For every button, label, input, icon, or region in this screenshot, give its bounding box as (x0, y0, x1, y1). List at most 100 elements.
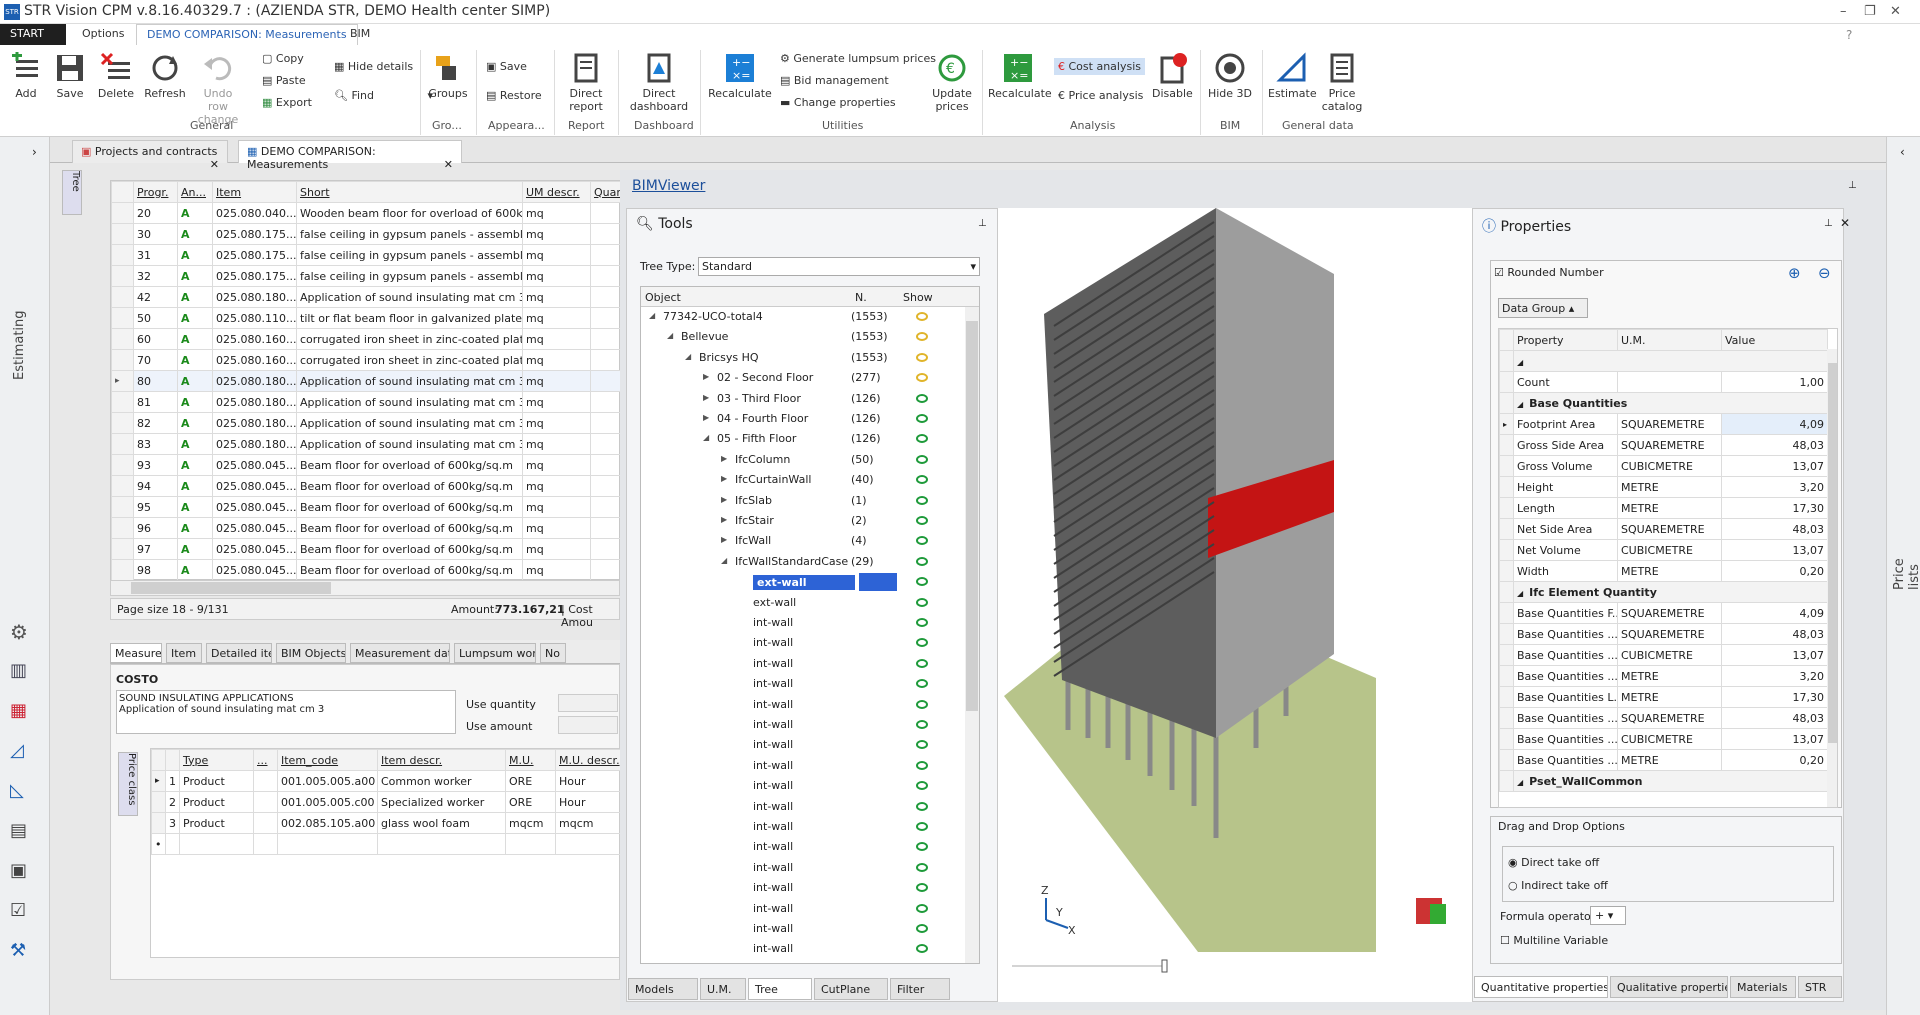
property-um[interactable]: CUBICMETRE (1617, 644, 1722, 666)
tab-start[interactable]: START (0, 24, 66, 45)
col-short[interactable]: Short (296, 181, 523, 203)
cell-item[interactable]: 025.080.175.... (212, 223, 297, 245)
tree-scrollbar[interactable] (965, 307, 979, 963)
show-eye-icon[interactable] (916, 597, 928, 607)
tree-row[interactable]: ◢ Bellevue (1553) (641, 327, 965, 347)
property-row[interactable]: ◢ (1499, 350, 1828, 372)
cell-item-code[interactable]: 001.005.005.c00 (277, 791, 378, 813)
cell-an[interactable]: A (177, 559, 213, 581)
cell-quantity[interactable] (590, 391, 622, 413)
row-indicator[interactable] (1499, 434, 1514, 456)
property-group-header[interactable]: ◢ Base Quantities (1513, 392, 1828, 414)
measure-icon[interactable]: ◺ (10, 780, 34, 804)
property-row[interactable]: Base Quantities ... METRE 3,20 (1499, 665, 1828, 687)
tree-row[interactable]: int-wall (641, 674, 965, 694)
add-button[interactable]: Add (8, 52, 44, 100)
tree-node-label[interactable]: 04 - Fourth Floor (717, 412, 808, 425)
cell-progr[interactable]: 70 (133, 349, 178, 371)
tree-node-label[interactable]: IfcCurtainWall (735, 473, 811, 486)
cell-quantity[interactable] (590, 370, 622, 392)
property-um[interactable]: METRE (1617, 560, 1722, 582)
tree-row[interactable]: int-wall (641, 878, 965, 898)
col-an[interactable]: An... (177, 181, 213, 203)
property-row[interactable]: Width METRE 0,20 (1499, 560, 1828, 582)
show-eye-icon[interactable] (916, 740, 928, 750)
cell-short[interactable]: Application of sound insulating mat cm 3 (296, 391, 523, 413)
property-um[interactable]: SQUAREMETRE (1617, 413, 1722, 435)
bid-management-button[interactable]: ▤ Bid management (780, 74, 889, 87)
tool-tab[interactable]: U.M. (700, 978, 746, 1000)
cell-item[interactable]: 025.080.045.... (212, 454, 297, 476)
show-eye-icon[interactable] (916, 760, 928, 770)
groups-button[interactable]: Groups (428, 52, 468, 100)
export-button[interactable]: ▦ Export (262, 96, 312, 109)
change-properties-button[interactable]: ▬ Change properties (780, 96, 896, 109)
cell-an[interactable]: A (177, 517, 213, 539)
paste-button[interactable]: ▤ Paste (262, 74, 306, 87)
property-row[interactable]: Base Quantities ... METRE 0,20 (1499, 749, 1828, 771)
tree-row[interactable]: ▶ IfcCurtainWall (40) (641, 470, 965, 490)
row-indicator[interactable] (111, 454, 134, 476)
tree-row[interactable]: int-wall (641, 939, 965, 959)
property-group-header[interactable]: ◢ Pset_WallCommon (1513, 770, 1828, 792)
table-row[interactable]: 81 A 025.080.180.... Application of sound i… (111, 391, 622, 413)
row-indicator[interactable] (151, 812, 166, 834)
price-catalog-button[interactable]: Price catalog (1320, 52, 1364, 113)
show-eye-icon[interactable] (916, 332, 928, 342)
rounded-number-checkbox[interactable]: ☑ Rounded Number (1494, 266, 1604, 279)
cell-item[interactable]: 025.080.110.... (212, 307, 297, 329)
cell-type[interactable]: Product (179, 812, 254, 834)
expand-triangle-icon[interactable]: ▶ (721, 495, 727, 504)
cell-progr[interactable]: 80 (133, 370, 178, 392)
cell-short[interactable]: tilt or flat beam floor in galvanized pl… (296, 307, 523, 329)
cell-quantity[interactable] (590, 517, 622, 539)
cell-item[interactable]: 025.080.180.... (212, 412, 297, 434)
property-scrollbar[interactable] (1827, 349, 1837, 807)
property-value[interactable]: 13,07 (1721, 644, 1828, 666)
cell-quantity[interactable] (590, 475, 622, 497)
property-value[interactable]: 3,20 (1721, 665, 1828, 687)
checklist-icon[interactable]: ☑ (10, 900, 34, 924)
cell-progr[interactable]: 94 (133, 475, 178, 497)
table-row[interactable]: 50 A 025.080.110.... tilt or flat beam floo… (111, 307, 622, 329)
price-lists-rail-label[interactable]: Price lists (1892, 558, 1920, 590)
tree-row[interactable]: int-wall (641, 817, 965, 837)
property-name[interactable]: Net Side Area (1513, 518, 1618, 540)
property-value[interactable]: 48,03 (1721, 707, 1828, 729)
cell-quantity[interactable] (590, 223, 622, 245)
tree-row[interactable]: ext-wall (641, 572, 965, 592)
disable-button[interactable]: Disable (1152, 52, 1193, 100)
table-row[interactable]: 30 A 025.080.175.... false ceiling in gypsu… (111, 223, 622, 245)
property-row[interactable]: Net Volume CUBICMETRE 13,07 (1499, 539, 1828, 561)
tree-node-label[interactable]: int-wall (753, 942, 793, 955)
show-eye-icon[interactable] (916, 352, 928, 362)
indirect-take-off-radio[interactable]: ○ Indirect take off (1508, 879, 1608, 892)
cell-an[interactable]: A (177, 433, 213, 455)
property-name[interactable]: Base Quantities ... (1513, 749, 1618, 771)
help-icon[interactable]: ? (1846, 28, 1852, 42)
property-value[interactable]: 17,30 (1721, 686, 1828, 708)
table-row[interactable]: 95 A 025.080.045.... Beam floor for overloa… (111, 496, 622, 518)
row-indicator[interactable] (1499, 644, 1514, 666)
cell-mu[interactable]: ORE (505, 791, 556, 813)
property-row[interactable]: Gross Volume CUBICMETRE 13,07 (1499, 455, 1828, 477)
cell-quantity[interactable] (590, 307, 622, 329)
tree-node-label[interactable]: IfcColumn (735, 453, 790, 466)
cell-quantity[interactable] (590, 349, 622, 371)
property-um[interactable]: METRE (1617, 476, 1722, 498)
tool-tab[interactable]: CutPlane (814, 978, 888, 1000)
row-indicator[interactable] (111, 328, 134, 350)
cell-progr[interactable]: 93 (133, 454, 178, 476)
cell-quantity[interactable] (590, 454, 622, 476)
cell-short[interactable]: Beam floor for overload of 600kg/sq.m (296, 454, 523, 476)
property-value[interactable]: 48,03 (1721, 518, 1828, 540)
show-eye-icon[interactable] (916, 556, 928, 566)
cell-item-code[interactable]: 001.005.005.a00 (277, 770, 378, 792)
property-um[interactable]: METRE (1617, 686, 1722, 708)
row-indicator[interactable] (1499, 497, 1514, 519)
cell-an[interactable]: A (177, 391, 213, 413)
row-indicator[interactable] (111, 475, 134, 497)
refresh-button[interactable]: Refresh (142, 52, 188, 100)
cell-item[interactable]: 025.080.040.... (212, 202, 297, 224)
col-n[interactable]: N. (855, 291, 867, 304)
